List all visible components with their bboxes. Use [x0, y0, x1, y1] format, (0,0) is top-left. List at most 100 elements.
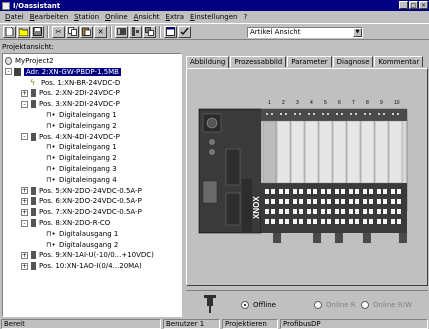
- tree-node[interactable]: - Pos. 8:XN-2DO-R-CO: [21, 218, 110, 228]
- slot-number: 10: [394, 100, 400, 106]
- menu-extra[interactable]: Extra: [163, 13, 188, 21]
- collapse-icon[interactable]: -: [5, 68, 12, 76]
- channel-icon: ⊓•: [46, 121, 56, 130]
- paste-icon[interactable]: [80, 26, 93, 38]
- module-icon[interactable]: [115, 26, 128, 38]
- tab-prozessabbild[interactable]: Prozessabbild: [230, 56, 287, 67]
- radio-online-r-button[interactable]: [314, 301, 322, 309]
- save-icon[interactable]: [31, 26, 44, 38]
- radio-offline[interactable]: Offline: [241, 301, 276, 309]
- channel-icon: ⊓•: [46, 111, 56, 119]
- copy2-icon[interactable]: [143, 26, 156, 38]
- tree-node[interactable]: ⊓• Digitaleingang 1: [37, 110, 117, 120]
- expand-icon[interactable]: +: [21, 208, 28, 216]
- menu-help[interactable]: ?: [241, 13, 251, 21]
- module-icon: [31, 197, 36, 206]
- tab-parameter[interactable]: Parameter: [287, 56, 332, 67]
- tree-node[interactable]: + Pos. 2:XN-2DI-24VDC-P: [21, 88, 120, 98]
- expand-icon[interactable]: +: [21, 262, 28, 270]
- tree-node-label: Digitaleingang 2: [59, 154, 117, 163]
- slot-number: 1: [268, 100, 271, 106]
- tree-node[interactable]: ⊓• Digitaleingang 3: [37, 164, 117, 174]
- menu-einstellungen[interactable]: Einstellungen: [187, 13, 240, 21]
- tree-node[interactable]: ⊓• Digitalausgang 2: [37, 240, 118, 250]
- close-button[interactable]: ×: [419, 1, 428, 9]
- tree-node-label: Pos. 7:XN-2DO-24VDC-0.5A-P: [39, 208, 142, 217]
- channel-icon: ⊓•: [46, 175, 56, 184]
- channel-icon: ⊓•: [46, 154, 56, 163]
- tree-node[interactable]: + Pos. 5:XN-2DO-24VDC-0.5A-P: [21, 186, 142, 196]
- tree-node-label: Pos. 5:XN-2DO-24VDC-0.5A-P: [39, 186, 142, 195]
- view-select[interactable]: Artikel Ansicht ▼: [247, 27, 363, 38]
- tree-node[interactable]: ⊓• Digitaleingang 2: [37, 121, 117, 131]
- detail-panel: Abbildung Prozessabbild Parameter Diagno…: [186, 42, 429, 318]
- module-icon: [31, 186, 36, 195]
- collapse-icon[interactable]: -: [21, 219, 28, 227]
- toolbar-separator: [110, 26, 112, 38]
- radio-online-r[interactable]: Online R: [314, 301, 356, 309]
- tree-node-label: Digitaleingang 4: [59, 175, 117, 184]
- status-user: Benutzer 1: [163, 319, 220, 329]
- module-icon: [31, 89, 36, 98]
- check-icon[interactable]: [178, 26, 191, 38]
- slot-number: 5: [324, 100, 327, 106]
- cut-icon[interactable]: ✂: [52, 26, 65, 38]
- project-icon: [5, 57, 12, 65]
- tree-node-label: Digitalausgang 2: [59, 240, 119, 249]
- slot-number: 7: [352, 100, 355, 106]
- tree-node[interactable]: - Pos. 4:XN-4DI-24VDC-P: [21, 132, 120, 142]
- maximize-button[interactable]: □: [409, 1, 418, 9]
- expand-icon[interactable]: +: [21, 197, 28, 205]
- window-icon[interactable]: [164, 26, 177, 38]
- status-mode: Projektieren: [222, 319, 278, 329]
- tree-node-label: Pos. 2:XN-2DI-24VDC-P: [39, 89, 120, 98]
- new-icon[interactable]: [3, 26, 16, 38]
- tree-node[interactable]: + Pos. 7:XN-2DO-24VDC-0.5A-P: [21, 207, 142, 217]
- collapse-icon[interactable]: -: [21, 100, 28, 108]
- tree-node[interactable]: - Pos. 3:XN-2DI-24VDC-P: [21, 99, 120, 109]
- menu-bearbeiten[interactable]: Bearbeiten: [27, 13, 71, 21]
- module-icon: [31, 100, 36, 109]
- tab-kommentar[interactable]: Kommentar: [374, 56, 424, 67]
- tree-node[interactable]: ⊓• Digitaleingang 2: [37, 153, 117, 163]
- mode-bar: Offline Online R Online R/W: [186, 290, 428, 318]
- expand-icon[interactable]: +: [21, 89, 28, 97]
- radio-offline-button[interactable]: [241, 301, 249, 309]
- module-icon: [31, 208, 36, 217]
- channel-icon: ⊓•: [46, 240, 56, 249]
- open-icon[interactable]: [17, 26, 30, 38]
- tree-node[interactable]: ⊓• Digitalausgang 1: [37, 229, 118, 239]
- chevron-down-icon[interactable]: ▼: [353, 28, 362, 37]
- tab-diagnose[interactable]: Diagnose: [332, 56, 374, 67]
- slot-number: 2: [282, 100, 285, 106]
- minimize-button[interactable]: _: [399, 1, 408, 9]
- project-tree[interactable]: MyProject2- Adr. 2:XN-GW-PBDP-1.5MB ϟ Pos. …: [2, 53, 182, 317]
- tab-abbildung[interactable]: Abbildung: [186, 56, 230, 68]
- tab-page-abbildung: 1 2 3 4 5 6 7 8 9 10 XNOX: [186, 68, 428, 286]
- copy-icon[interactable]: [66, 26, 79, 38]
- expand-icon[interactable]: +: [21, 251, 28, 259]
- tree-node[interactable]: MyProject2: [5, 56, 54, 66]
- menu-datei[interactable]: Datei: [2, 13, 27, 21]
- tree-node[interactable]: - Adr. 2:XN-GW-PBDP-1.5MB: [5, 67, 121, 77]
- title-bar[interactable]: I/Oassistant _ □ ×: [0, 0, 429, 11]
- tree-node[interactable]: ϟ Pos. 1:XN-BR-24VDC-D: [21, 78, 120, 88]
- status-state: Bereit: [1, 319, 161, 329]
- collapse-icon[interactable]: -: [21, 133, 28, 141]
- terminal-clips: [273, 233, 407, 243]
- tree-node[interactable]: + Pos. 6:XN-2DO-24VDC-0.5A-P: [21, 196, 142, 206]
- radio-online-rw-button[interactable]: [361, 301, 369, 309]
- tree-node[interactable]: + Pos. 10:XN-1AO-I(0/4...20MA): [21, 261, 142, 271]
- menu-station[interactable]: Station: [71, 13, 102, 21]
- radio-online-rw[interactable]: Online R/W: [361, 301, 412, 309]
- menu-online[interactable]: Online: [102, 13, 131, 21]
- tree-node[interactable]: ⊓• Digitaleingang 1: [37, 142, 117, 152]
- delete-icon[interactable]: ✕: [94, 26, 107, 38]
- project-panel: Projektansicht: MyProject2- Adr. 2:XN-GW-…: [0, 42, 182, 318]
- tree-node-label: Pos. 9:XN-1AI-U(-10/0...+10VDC): [39, 251, 154, 260]
- tree-node[interactable]: + Pos. 9:XN-1AI-U(-10/0...+10VDC): [21, 250, 154, 260]
- expand-icon[interactable]: +: [21, 187, 28, 195]
- menu-ansicht[interactable]: Ansicht: [131, 13, 163, 21]
- tree-node[interactable]: ⊓• Digitaleingang 4: [37, 175, 117, 185]
- io-icon[interactable]: [129, 26, 142, 38]
